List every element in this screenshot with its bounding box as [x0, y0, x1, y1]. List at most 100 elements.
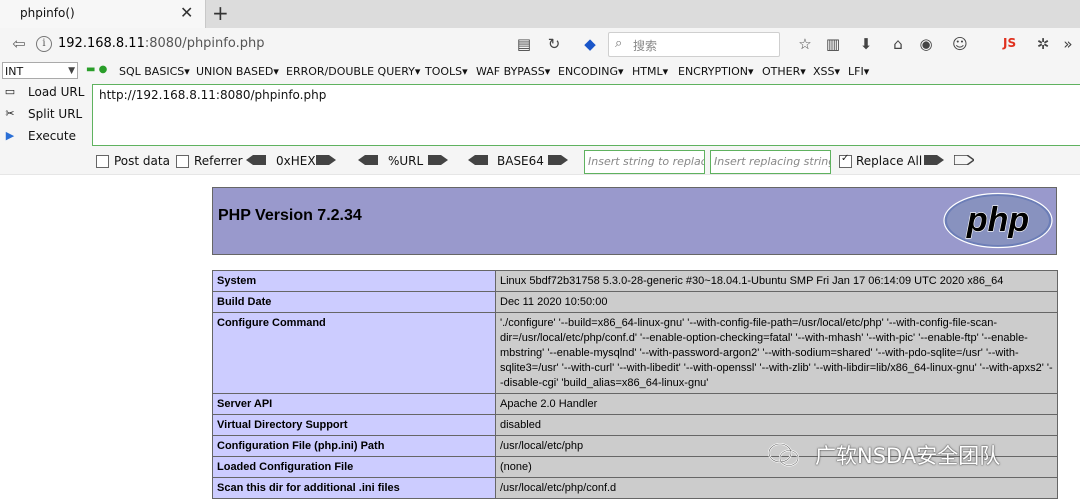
bookmark-star-icon[interactable]: ☆ [795, 35, 815, 53]
play-icon: ▶ [5, 129, 15, 142]
watermark: 广软NSDA安全团队 [767, 440, 1067, 470]
hex-label: 0xHEX [276, 154, 316, 168]
php-logo-text: php [966, 201, 1029, 239]
split-url-button[interactable]: ✂ Split URL [0, 105, 90, 125]
row-value: /usr/local/etc/php/conf.d [495, 477, 1058, 499]
execute-button[interactable]: ▶ Execute [0, 127, 90, 147]
row-value: Dec 11 2020 10:50:00 [495, 291, 1058, 313]
menu-label: XSS [813, 65, 835, 78]
menu-label: ENCRYPTION [678, 65, 749, 78]
info-icon[interactable]: i [36, 36, 52, 52]
menu-union-based[interactable]: UNION BASED▾ [196, 65, 279, 78]
menu-xss[interactable]: XSS▾ [813, 65, 840, 78]
replace-all-checkbox[interactable] [839, 153, 852, 168]
content-divider [0, 174, 1080, 175]
tab-bar: phpinfo() ✕ + [0, 0, 1080, 28]
menu-lfi[interactable]: LFI▾ [848, 65, 869, 78]
menu-label: OTHER [762, 65, 801, 78]
split-url-label: Split URL [28, 107, 83, 121]
search-input[interactable]: ⌕ 搜索 [608, 32, 780, 57]
encode-arrow-icon[interactable] [316, 155, 336, 165]
decode-arrow-icon[interactable] [468, 155, 488, 165]
menu-label: ERROR/DOUBLE QUERY [286, 65, 415, 78]
address-bar[interactable]: 192.168.8.11:8080/phpinfo.php [58, 36, 264, 51]
table-row: Virtual Directory Support disabled [212, 414, 1058, 436]
menu-sql-basics[interactable]: SQL BASICS▾ [119, 65, 190, 78]
row-key: Configuration File (php.ini) Path [212, 435, 496, 457]
table-row: Scan this dir for additional .ini files /… [212, 477, 1058, 499]
encode-arrow-icon[interactable] [548, 155, 568, 165]
back-arrow-icon[interactable]: ⇦ [9, 34, 29, 54]
options-row: Post data Referrer 0xHEX %URL BASE64 Rep… [0, 150, 1080, 172]
replace-string-input[interactable]: Insert replacing string [710, 150, 831, 174]
js-toggle-button[interactable]: JS [1003, 36, 1016, 50]
php-logo-icon: php [943, 192, 1053, 249]
menu-label: LFI [848, 65, 864, 78]
home-icon[interactable]: ⌂ [888, 35, 908, 53]
pin-icon[interactable]: ◆ [580, 35, 600, 53]
decode-arrow-icon[interactable] [246, 155, 266, 165]
load-url-icon: ▭ [4, 85, 16, 98]
replace-all-label: Replace All [856, 154, 923, 168]
watermark-text: 广软NSDA安全团队 [815, 444, 1001, 468]
menu-waf-bypass[interactable]: WAF BYPASS▾ [476, 65, 550, 78]
replace-arrow-icon[interactable] [924, 155, 944, 165]
php-version-header: PHP Version 7.2.34 php [212, 187, 1057, 255]
row-value: disabled [495, 414, 1058, 436]
table-row: Server API Apache 2.0 Handler [212, 393, 1058, 415]
row-key: System [212, 270, 496, 292]
find-string-input[interactable]: Insert string to replace [584, 150, 705, 174]
row-value: './configure' '--build=x86_64-linux-gnu'… [495, 312, 1058, 394]
menu-label: UNION BASED [196, 65, 274, 78]
menu-tools[interactable]: TOOLS▾ [425, 65, 468, 78]
palette-icon[interactable]: ☺ [950, 35, 970, 53]
menu-label: SQL BASICS [119, 65, 185, 78]
row-value: Linux 5bdf72b31758 5.3.0-28-generic #30~… [495, 270, 1058, 292]
row-key: Build Date [212, 291, 496, 313]
row-value: Apache 2.0 Handler [495, 393, 1058, 415]
base64-label: BASE64 [497, 154, 544, 168]
referrer-checkbox[interactable] [176, 155, 189, 168]
load-url-button[interactable]: ▭ Load URL [0, 83, 90, 103]
overflow-menu-icon[interactable]: » [1058, 35, 1078, 53]
menu-encoding[interactable]: ENCODING▾ [558, 65, 624, 78]
extension-globe-icon[interactable]: ◉ [916, 35, 936, 53]
table-row: System Linux 5bdf72b31758 5.3.0-28-generi… [212, 270, 1058, 292]
type-select[interactable]: INT ▼ [2, 62, 78, 79]
menu-other[interactable]: OTHER▾ [762, 65, 806, 78]
status-dots-icon: ▬ ● [86, 64, 108, 75]
row-key: Scan this dir for additional .ini files [212, 477, 496, 499]
search-icon: ⌕ [615, 36, 623, 51]
row-key: Configure Command [212, 312, 496, 394]
decode-arrow-icon[interactable] [358, 155, 378, 165]
execute-label: Execute [28, 129, 76, 143]
replace-back-arrow-icon[interactable] [954, 155, 974, 165]
menu-encryption[interactable]: ENCRYPTION▾ [678, 65, 754, 78]
reader-view-icon[interactable]: ▤ [514, 35, 534, 53]
url-host: 192.168.8.11 [58, 36, 145, 51]
library-icon[interactable]: ▥ [823, 35, 843, 53]
wechat-icon [768, 443, 799, 467]
row-key: Server API [212, 393, 496, 415]
extension-icon[interactable]: ✲ [1033, 35, 1053, 53]
tab-phpinfo[interactable]: phpinfo() ✕ [0, 0, 206, 28]
split-url-icon: ✂ [5, 107, 15, 120]
reload-icon[interactable]: ↻ [544, 35, 564, 53]
url-textarea[interactable]: http://192.168.8.11:8080/phpinfo.php [92, 84, 1080, 146]
load-url-label: Load URL [28, 85, 85, 99]
tab-title: phpinfo() [20, 6, 75, 20]
post-data-label: Post data [114, 154, 170, 168]
download-icon[interactable]: ⬇ [856, 35, 876, 53]
php-version-title: PHP Version 7.2.34 [218, 207, 362, 224]
menu-label: HTML [632, 65, 663, 78]
referrer-label: Referrer [194, 154, 243, 168]
new-tab-button[interactable]: + [212, 1, 229, 25]
row-key: Virtual Directory Support [212, 414, 496, 436]
post-data-checkbox[interactable] [96, 155, 109, 168]
close-tab-icon[interactable]: ✕ [180, 3, 193, 22]
encode-arrow-icon[interactable] [428, 155, 448, 165]
type-select-value: INT [5, 65, 24, 78]
menu-html[interactable]: HTML▾ [632, 65, 668, 78]
row-key: Loaded Configuration File [212, 456, 496, 478]
menu-error-double-query[interactable]: ERROR/DOUBLE QUERY▾ [286, 65, 420, 78]
